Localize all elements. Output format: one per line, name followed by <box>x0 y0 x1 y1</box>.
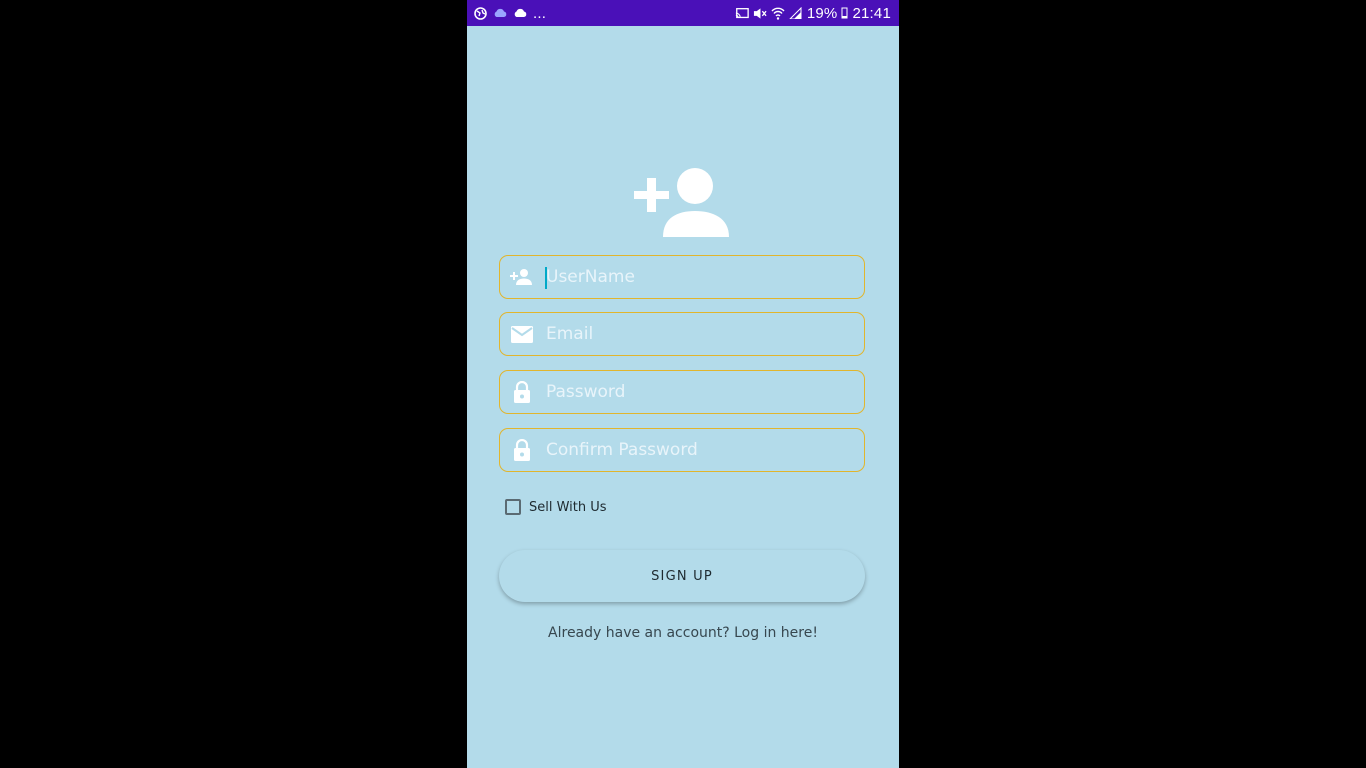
status-right: 19% 21:41 <box>735 5 899 22</box>
confirm-password-input[interactable] <box>546 440 846 460</box>
wifi-icon <box>771 6 785 20</box>
lock-icon <box>509 379 535 405</box>
mute-icon <box>753 6 767 20</box>
signup-button[interactable]: SIGN UP <box>499 550 865 602</box>
status-time: 21:41 <box>852 4 891 22</box>
sell-with-us-label: Sell With Us <box>529 499 607 515</box>
email-input[interactable] <box>546 324 846 344</box>
add-user-icon <box>509 264 535 290</box>
cast-icon <box>735 6 749 20</box>
status-overflow: ... <box>533 4 547 22</box>
phone-screen: ... 19% 21:41 UserName Email Sell With U… <box>467 0 899 768</box>
lock-icon <box>509 437 535 463</box>
login-link[interactable]: Already have an account? Log in here! <box>467 625 899 641</box>
cloud-icon <box>493 6 507 20</box>
password-input[interactable] <box>546 382 846 402</box>
username-field[interactable] <box>499 255 865 299</box>
status-bar: ... 19% 21:41 <box>467 0 899 26</box>
globe-icon <box>473 6 487 20</box>
sell-with-us-row[interactable]: Sell With Us <box>505 499 607 515</box>
sell-with-us-checkbox[interactable] <box>505 499 521 515</box>
password-field[interactable] <box>499 370 865 414</box>
battery-icon <box>841 6 848 20</box>
signal-icon <box>789 6 803 20</box>
cloud-icon <box>513 6 527 20</box>
username-input[interactable] <box>546 267 846 287</box>
mail-icon <box>509 321 535 347</box>
email-field[interactable] <box>499 312 865 356</box>
battery-percent: 19% <box>806 4 838 22</box>
confirm-password-field[interactable] <box>499 428 865 472</box>
status-left: ... <box>467 5 546 22</box>
add-user-icon <box>633 162 733 242</box>
text-caret <box>545 267 547 289</box>
